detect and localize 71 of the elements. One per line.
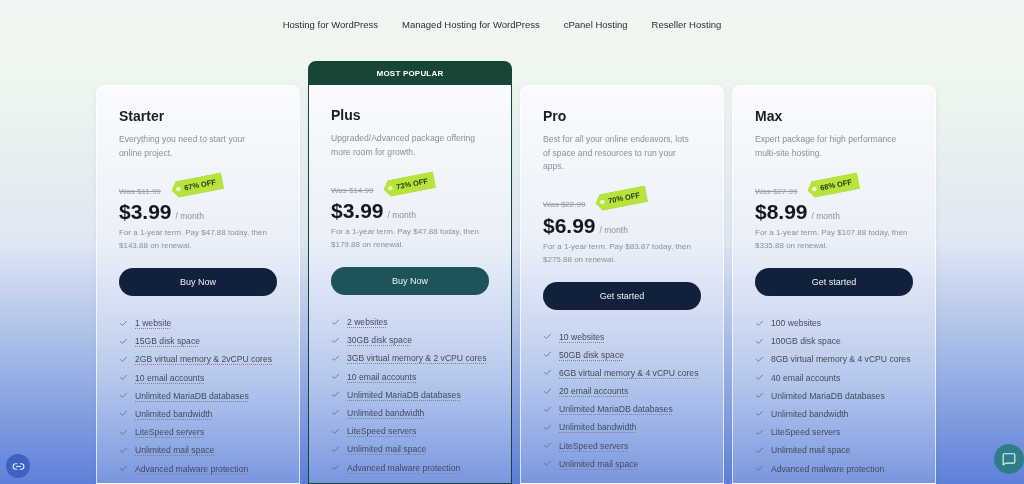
feature-text: Unlimited mail space [347,444,427,455]
old-price: Was $27.99 [755,186,798,196]
plan-name: Max [755,108,784,124]
feature-text: Unlimited MariaDB databases [135,390,249,401]
feature-text: Unlimited bandwidth [771,408,849,419]
plan-name: Pro [543,108,568,124]
price-period: / month [175,211,204,221]
old-price: Was $22.99 [543,200,586,209]
feature-text: Unlimited MariaDB databases [559,404,673,415]
feature-text: 100 websites [771,318,822,328]
plan-description: Everything you need to start your online project. [119,133,247,160]
feature-text: 3GB virtual memory & 2 vCPU cores [347,353,487,364]
plan-price: $6.99 [543,213,596,238]
feature-text: 10 email accounts [347,371,417,382]
nav-link[interactable]: cPanel Hosting [563,18,628,30]
feature-text: 8GB virtual memory & 4 vCPU cores [771,354,911,365]
plan-price: $8.99 [755,200,808,224]
plan-description: Best for all your online endeavors, lots of space and resources to run your apps. [543,133,690,173]
price-note: For a 1-year term. Pay $83.87 today, then $275.88 on renewal. [543,240,692,266]
link-button[interactable] [6,454,30,478]
plan-button[interactable]: Get started [755,268,913,296]
feature-text: 2GB virtual memory & 2vCPU cores [135,354,273,365]
price-note: For a 1-year term. Pay $107.88 today, then $335.88 on renewal. [755,227,909,252]
nav-link[interactable]: Reseller Hosting [651,18,722,30]
nav-link[interactable]: Managed Hosting for WordPress [402,18,540,30]
plan-price: $3.99 [331,199,384,223]
feature-text: 40 email accounts [771,372,841,383]
feature-text: LiteSpeed servers [771,427,841,438]
feature-text: 20 email accounts [559,386,629,397]
feature-text: 50GB disk space [559,349,624,360]
popular-banner: MOST POPULAR [308,61,512,85]
price-period: / month [387,210,416,220]
nav-link[interactable]: Hosting for WordPress [282,18,379,30]
feature-text: LiteSpeed servers [347,426,417,437]
feature-text: 1 website [135,318,172,328]
plan-description: Expert package for high performance multi-site hosting. [755,133,898,160]
feature-text: 15GB disk space [135,336,200,347]
feature-text: Advanced malware protection [771,463,885,474]
feature-text: Advanced malware protection [135,463,249,474]
plan-name: Plus [331,107,362,123]
plan-button[interactable]: Buy Now [119,268,277,296]
plan-description: Upgraded/Advanced package offering more room for growth. [331,132,477,159]
feature-text: LiteSpeed servers [559,440,629,451]
price-period: / month [599,224,628,235]
feature-text: 10 websites [559,331,605,342]
chat-icon [1002,452,1016,466]
feature-text: Unlimited MariaDB databases [771,390,885,401]
feature-text: Unlimited bandwidth [347,407,425,418]
feature-text: 30GB disk space [347,335,412,346]
price-period: / month [811,211,840,221]
feature-text: Unlimited mail space [135,445,215,456]
feature-text: 2 websites [347,317,388,327]
feature-text: 100GB disk space [771,336,841,347]
feature-text: Unlimited mail space [559,458,639,469]
plan-name: Starter [119,108,166,124]
plan-button[interactable]: Get started [543,281,701,310]
price-note: For a 1-year term. Pay $47.88 today, then $143.88 on renewal. [119,227,268,252]
chat-button[interactable] [994,444,1024,474]
plan-button[interactable]: Buy Now [331,267,489,295]
feature-text: Unlimited bandwidth [135,408,213,419]
feature-text: 6GB virtual memory & 4 vCPU cores [559,367,699,378]
plan-price: $3.99 [119,200,172,224]
feature-text: Unlimited mail space [771,445,851,456]
feature-text: Unlimited MariaDB databases [347,389,461,400]
feature-text: LiteSpeed servers [135,427,205,438]
feature-text: Unlimited bandwidth [559,422,637,433]
feature-text: Advanced malware protection [347,462,461,473]
old-price: Was $11.99 [119,186,161,196]
feature-text: 10 email accounts [135,372,205,383]
price-note: For a 1-year term. Pay $47.88 today, then $179.88 on renewal. [331,226,480,251]
old-price: Was $14.99 [331,185,374,195]
